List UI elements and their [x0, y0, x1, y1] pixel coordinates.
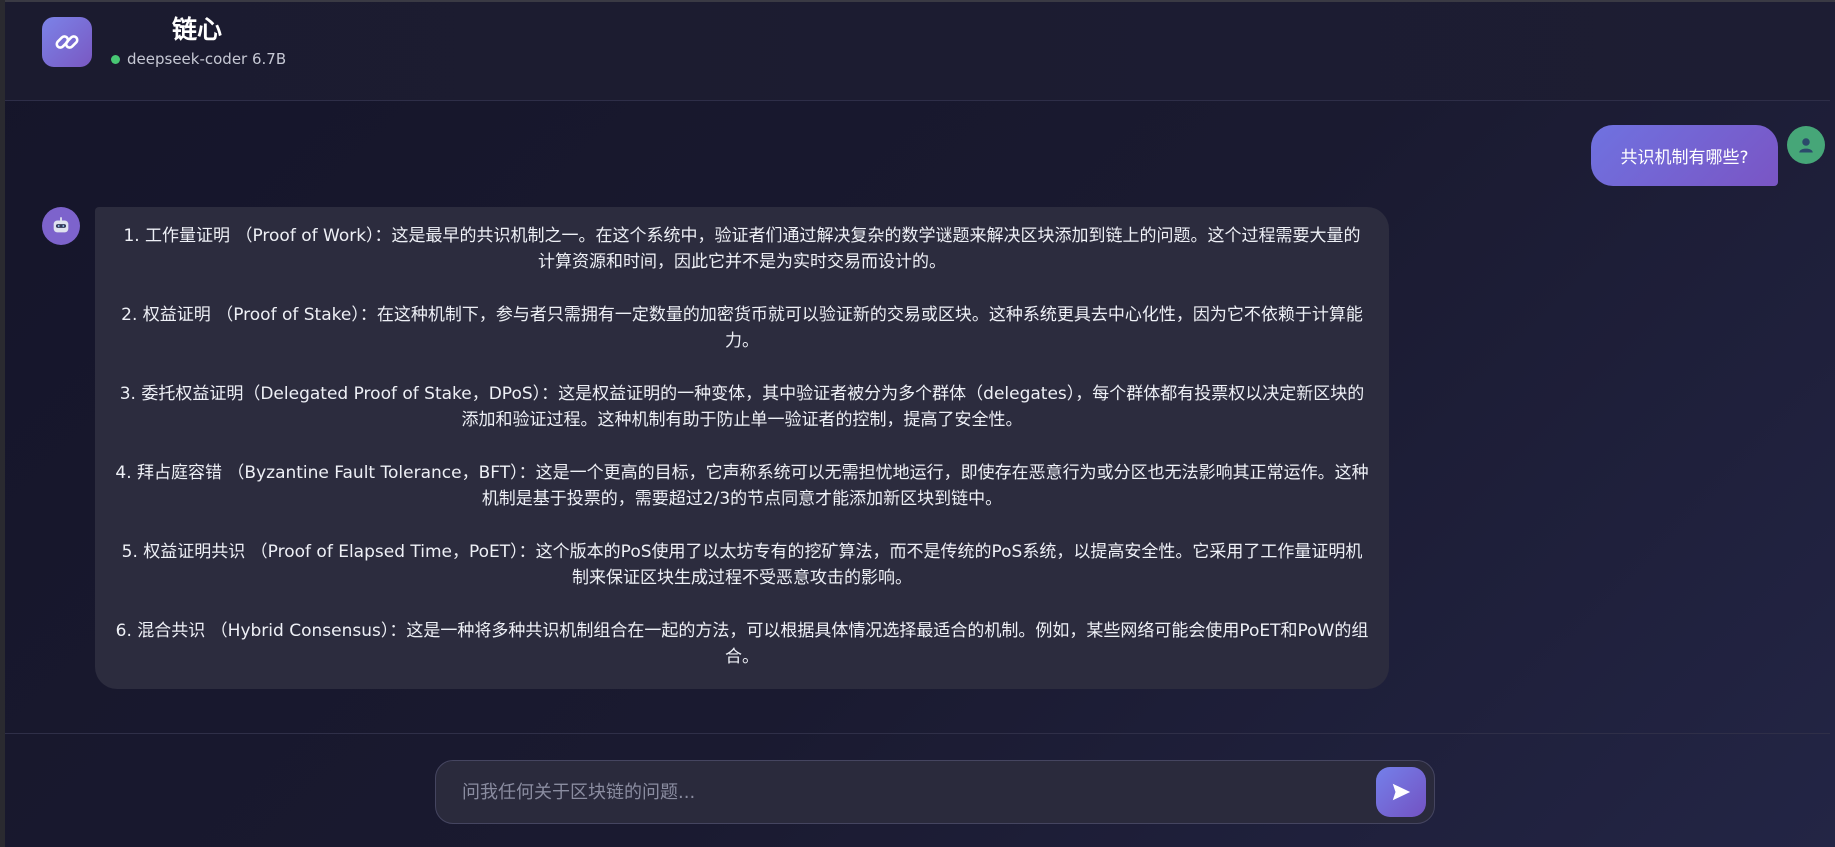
chat-messages: 共识机制有哪些? 1. 工作量证明 （Proof of Work）：这是最早的共…	[5, 101, 1830, 733]
composer	[435, 760, 1435, 824]
model-name: deepseek-coder 6.7B	[127, 50, 287, 68]
assistant-message: 1. 工作量证明 （Proof of Work）：这是最早的共识机制之一。在这个…	[95, 207, 1389, 689]
answer-paragraph: 1. 工作量证明 （Proof of Work）：这是最早的共识机制之一。在这个…	[123, 226, 1361, 272]
online-status-dot	[111, 54, 120, 64]
user-message: 共识机制有哪些?	[1591, 125, 1778, 186]
answer-paragraph: 6. 混合共识 （Hybrid Consensus）：这是一种将多种共识机制组合…	[115, 621, 1369, 667]
answer-paragraph: 4. 拜占庭容错 （Byzantine Fault Tolerance，BFT）…	[115, 463, 1369, 509]
send-icon	[1392, 783, 1411, 801]
send-button[interactable]	[1376, 767, 1426, 817]
user-icon	[1787, 126, 1825, 164]
answer-paragraph: 5. 权益证明共识 （Proof of Elapsed Time，PoET）：这…	[121, 542, 1363, 588]
answer-paragraph: 2. 权益证明 （Proof of Stake）：在这种机制下，参与者只需拥有一…	[121, 305, 1363, 351]
composer-bar	[5, 733, 1830, 847]
robot-icon	[42, 207, 80, 245]
app-title: 链心	[172, 15, 223, 44]
answer-paragraph: 3. 委托权益证明（Delegated Proof of Stake，DPoS）…	[119, 384, 1365, 430]
message-input[interactable]	[462, 761, 1362, 823]
app-header: 链心 deepseek-coder 6.7B	[5, 2, 1830, 101]
model-status: deepseek-coder 6.7B	[111, 50, 286, 68]
link-icon	[42, 17, 92, 67]
